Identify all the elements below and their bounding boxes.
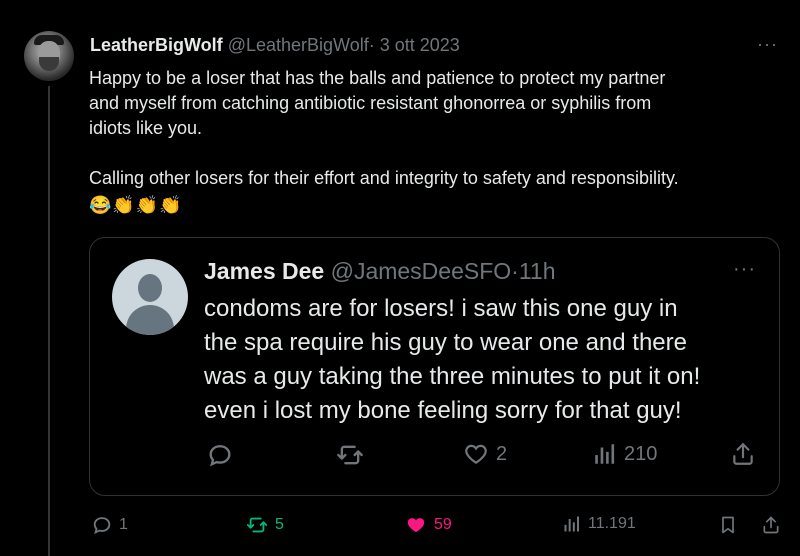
- author-handle[interactable]: @LeatherBigWolf: [228, 35, 369, 55]
- reply-count: 1: [119, 516, 128, 533]
- tweet-date[interactable]: 3 ott 2023: [380, 35, 460, 55]
- analytics-icon: [595, 444, 615, 464]
- separator-dot: ·: [368, 35, 375, 55]
- quoted-view-count: 210: [624, 442, 658, 465]
- avatar-body-shape: [126, 305, 174, 335]
- thread-line: [48, 86, 50, 556]
- tweet-line: idiots like you.: [89, 118, 203, 138]
- like-count: 59: [434, 516, 452, 533]
- quoted-author-avatar[interactable]: [112, 259, 188, 335]
- repost-count: 5: [275, 516, 284, 533]
- view-count: 11.191: [588, 515, 636, 532]
- tweet-line: Calling other losers for their effort an…: [89, 168, 679, 188]
- quoted-line: even i lost my bone feeling sorry for th…: [204, 397, 682, 424]
- tweet-line: Happy to be a loser that has the balls a…: [89, 68, 666, 88]
- quoted-author-handle[interactable]: @JamesDeeSFO: [331, 258, 512, 284]
- heart-filled-icon: [407, 518, 425, 533]
- quoted-line: condoms are for losers! i saw this one g…: [204, 295, 678, 322]
- reply-icon: [93, 517, 111, 534]
- tweet-text: Happy to be a loser that has the balls a…: [89, 66, 789, 218]
- quoted-repost-button[interactable]: [335, 441, 365, 469]
- quoted-share-button[interactable]: [730, 441, 756, 467]
- quoted-line: the spa require his guy to wear one and …: [204, 329, 687, 356]
- avatar-head-shape: [138, 274, 162, 302]
- author-avatar[interactable]: [24, 31, 74, 81]
- repost-button[interactable]: 5: [245, 514, 284, 536]
- share-button[interactable]: [761, 514, 781, 536]
- joy-emoji: 😂: [89, 195, 112, 215]
- tweet-line: and myself from catching antibiotic resi…: [89, 93, 652, 113]
- author-name[interactable]: LeatherBigWolf: [90, 35, 223, 55]
- views-button[interactable]: 11.191: [562, 514, 636, 534]
- bookmark-button[interactable]: [718, 514, 738, 536]
- heart-icon: [465, 444, 487, 464]
- like-button[interactable]: 59: [404, 514, 452, 536]
- emoji-row: 😂 👏 👏 👏: [89, 193, 789, 218]
- reply-button[interactable]: 1: [91, 514, 128, 536]
- repost-icon: [337, 445, 363, 465]
- clap-emoji: 👏: [135, 195, 159, 215]
- share-icon: [733, 443, 753, 465]
- reply-icon: [209, 445, 231, 467]
- separator-dot: ·: [511, 258, 519, 284]
- quoted-line: was a guy taking the three minutes to pu…: [204, 363, 701, 390]
- quoted-time[interactable]: 11h: [519, 258, 556, 284]
- quoted-like-count: 2: [496, 442, 508, 465]
- quoted-reply-button[interactable]: [206, 441, 234, 469]
- repost-icon: [246, 517, 268, 533]
- quoted-more-options-icon[interactable]: ···: [733, 258, 756, 281]
- share-icon: [763, 516, 779, 534]
- tweet-header: LeatherBigWolf @LeatherBigWolf· 3 ott 20…: [90, 35, 460, 56]
- clap-emoji: 👏: [159, 195, 182, 215]
- quoted-author-name[interactable]: James Dee: [204, 258, 324, 284]
- quoted-text: condoms are for losers! i saw this one g…: [204, 292, 764, 428]
- avatar-beard: [39, 57, 59, 71]
- bookmark-icon: [722, 516, 734, 534]
- quoted-like-button[interactable]: 2: [462, 441, 507, 467]
- clap-emoji: 👏: [112, 195, 135, 215]
- quoted-views-button[interactable]: 210: [592, 441, 657, 467]
- more-options-icon[interactable]: ···: [757, 34, 778, 55]
- quoted-tweet[interactable]: James Dee @JamesDeeSFO·11h ··· condoms a…: [89, 237, 780, 496]
- quoted-header: James Dee @JamesDeeSFO·11h: [204, 258, 556, 285]
- analytics-icon: [564, 516, 579, 532]
